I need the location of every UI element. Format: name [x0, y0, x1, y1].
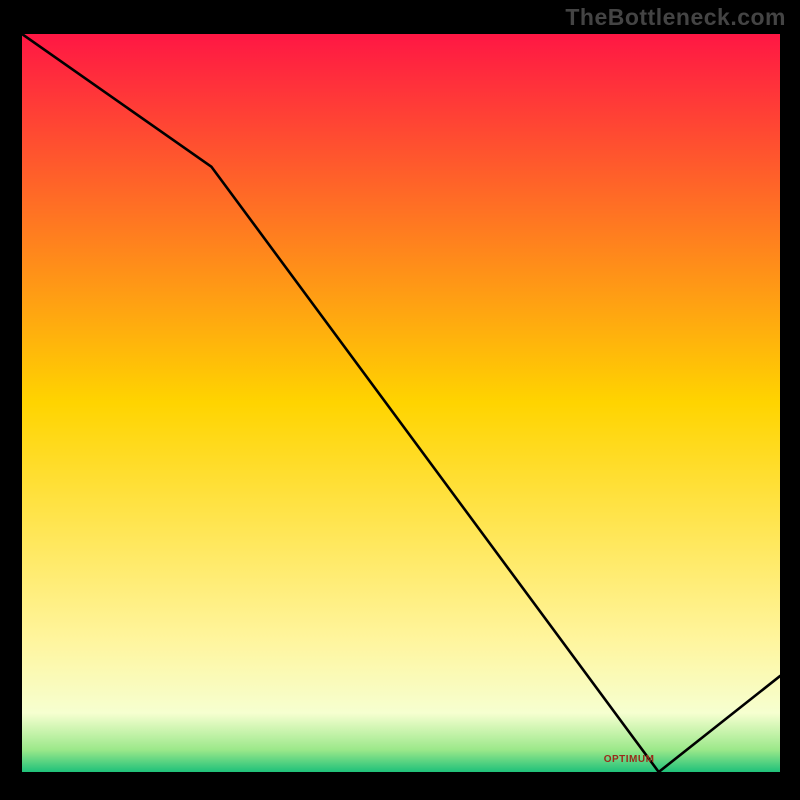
bottleneck-curve — [22, 34, 780, 772]
line-layer — [22, 34, 780, 772]
plot-area: OPTIMUM — [22, 34, 780, 772]
watermark-text: TheBottleneck.com — [565, 4, 786, 31]
optimum-label: OPTIMUM — [604, 754, 655, 765]
chart-frame: TheBottleneck.com OPTIMUM — [0, 0, 800, 800]
